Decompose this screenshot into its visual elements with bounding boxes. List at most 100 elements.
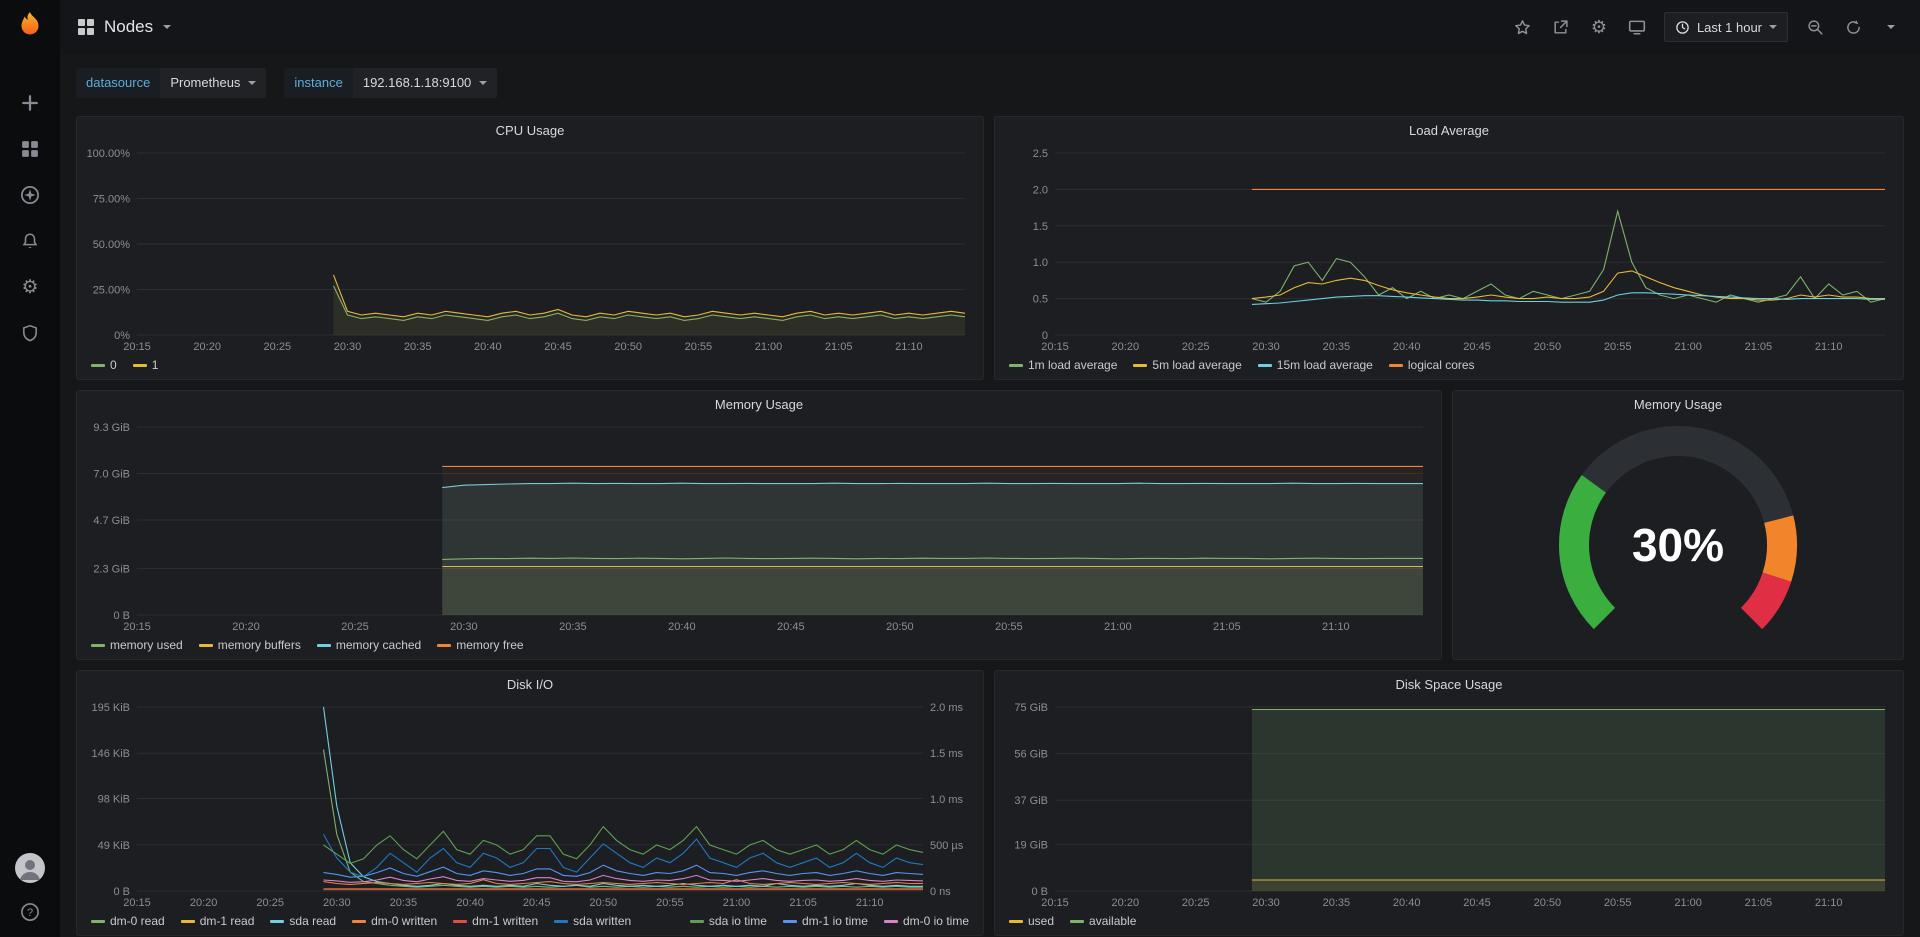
legend-item[interactable]: dm-0 read	[91, 914, 165, 928]
panel-title[interactable]: CPU Usage	[77, 117, 983, 145]
svg-text:20:55: 20:55	[656, 897, 684, 909]
svg-text:21:05: 21:05	[789, 897, 817, 909]
help-icon[interactable]: ?	[19, 901, 41, 923]
refresh-button[interactable]	[1842, 16, 1864, 38]
legend-swatch-icon	[554, 920, 568, 923]
svg-text:20:40: 20:40	[456, 897, 484, 909]
legend-swatch-icon	[1009, 364, 1023, 367]
legend-swatch-icon	[437, 644, 451, 647]
panel-title[interactable]: Disk I/O	[77, 671, 983, 699]
svg-text:20:30: 20:30	[323, 897, 351, 909]
chart-canvas[interactable]: 0 B49 KiB98 KiB146 KiB195 KiB0 ns500 µs1…	[81, 699, 979, 911]
chart-canvas[interactable]: 0 B19 GiB37 GiB56 GiB75 GiB20:1520:2020:…	[999, 699, 1899, 911]
legend-label: 1m load average	[1028, 358, 1117, 372]
refresh-interval-dropdown[interactable]	[1880, 16, 1902, 38]
legend-item[interactable]: logical cores	[1389, 358, 1475, 372]
legend-item[interactable]: dm-1 written	[453, 914, 538, 928]
dashboard-settings-button[interactable]: ⚙	[1588, 16, 1610, 38]
legend-item[interactable]: dm-0 io time	[884, 914, 969, 928]
svg-text:20:45: 20:45	[777, 621, 805, 633]
legend-item[interactable]: 5m load average	[1133, 358, 1241, 372]
zoom-out-button[interactable]	[1804, 16, 1826, 38]
legend-item[interactable]: dm-1 read	[181, 914, 255, 928]
legend-item[interactable]: sda written	[554, 914, 631, 928]
svg-text:20:35: 20:35	[1323, 897, 1351, 909]
memory-usage-chart[interactable]: 0 B2.3 GiB4.7 GiB7.0 GiB9.3 GiB20:1520:2…	[81, 419, 1437, 635]
panel-title[interactable]: Memory Usage	[1453, 391, 1903, 419]
legend-label: sda io time	[709, 914, 767, 928]
star-button[interactable]	[1512, 16, 1534, 38]
legend-item[interactable]: 1m load average	[1009, 358, 1117, 372]
cpu-usage-chart[interactable]: 0%25.00%50.00%75.00%100.00%20:1520:2020:…	[81, 145, 979, 355]
variable-value-dropdown[interactable]: 192.168.1.18:9100	[353, 68, 497, 98]
svg-text:75 GiB: 75 GiB	[1014, 702, 1048, 714]
create-plus-icon[interactable]	[19, 92, 41, 114]
svg-text:20:25: 20:25	[264, 341, 292, 353]
avatar[interactable]	[15, 853, 45, 883]
svg-text:21:00: 21:00	[723, 897, 751, 909]
chart-canvas[interactable]: 00.51.01.52.02.520:1520:2020:2520:3020:3…	[999, 145, 1899, 355]
legend-item[interactable]: memory cached	[317, 638, 421, 652]
legend-label: dm-1 io time	[802, 914, 868, 928]
svg-text:4.7 GiB: 4.7 GiB	[93, 515, 130, 527]
share-button[interactable]	[1550, 16, 1572, 38]
svg-text:20:15: 20:15	[1041, 341, 1069, 353]
legend-item[interactable]: used	[1009, 914, 1054, 928]
panel-title[interactable]: Disk Space Usage	[995, 671, 1903, 699]
legend-item[interactable]: sda read	[270, 914, 336, 928]
variable-instance: instance 192.168.1.18:9100	[284, 68, 497, 98]
panel-memory-gauge: Memory Usage 30%	[1452, 390, 1904, 660]
svg-text:20:45: 20:45	[544, 341, 572, 353]
panel-disk-io: Disk I/O 0 B49 KiB98 KiB146 KiB195 KiB0 …	[76, 670, 984, 936]
alerting-bell-icon[interactable]	[19, 230, 41, 252]
svg-text:500 µs: 500 µs	[930, 840, 964, 852]
svg-text:20:35: 20:35	[404, 341, 432, 353]
variable-value-dropdown[interactable]: Prometheus	[160, 68, 266, 98]
dashboards-icon[interactable]	[19, 138, 41, 160]
panel-title[interactable]: Memory Usage	[77, 391, 1441, 419]
legend-swatch-icon	[1258, 364, 1272, 367]
svg-text:2.3 GiB: 2.3 GiB	[93, 564, 130, 576]
legend-item[interactable]: 1	[133, 358, 159, 372]
chart-canvas[interactable]: 0 B2.3 GiB4.7 GiB7.0 GiB9.3 GiB20:1520:2…	[81, 419, 1437, 635]
disk-io-chart[interactable]: 0 B49 KiB98 KiB146 KiB195 KiB0 ns500 µs1…	[81, 699, 979, 911]
legend-item[interactable]: dm-1 io time	[783, 914, 868, 928]
svg-text:100.00%: 100.00%	[87, 148, 131, 160]
svg-text:20:50: 20:50	[1534, 341, 1562, 353]
legend-item[interactable]: memory buffers	[199, 638, 301, 652]
legend-item[interactable]: 0	[91, 358, 117, 372]
svg-text:19 GiB: 19 GiB	[1014, 839, 1048, 851]
legend-item[interactable]: sda io time	[690, 914, 767, 928]
variable-label: datasource	[76, 68, 160, 98]
legend-label: dm-0 read	[110, 914, 165, 928]
svg-text:20:50: 20:50	[886, 621, 914, 633]
svg-text:49 KiB: 49 KiB	[98, 840, 130, 852]
server-admin-shield-icon[interactable]	[19, 322, 41, 344]
variable-caret-icon	[248, 81, 256, 85]
svg-text:20:30: 20:30	[1252, 897, 1280, 909]
legend-label: 5m load average	[1152, 358, 1241, 372]
dashboard-grid-icon	[78, 19, 94, 35]
explore-icon[interactable]	[19, 184, 41, 206]
cycle-view-button[interactable]	[1626, 16, 1648, 38]
svg-text:0.5: 0.5	[1033, 294, 1048, 306]
disk-space-chart[interactable]: 0 B19 GiB37 GiB56 GiB75 GiB20:1520:2020:…	[999, 699, 1899, 911]
gear-icon: ⚙	[1591, 18, 1607, 36]
legend-item[interactable]: memory used	[91, 638, 183, 652]
disk-io-legend: dm-0 read dm-1 read sda read dm-0 written dm…	[77, 911, 983, 935]
configuration-gear-icon[interactable]: ⚙	[19, 276, 41, 298]
legend-item[interactable]: 15m load average	[1258, 358, 1373, 372]
grafana-logo[interactable]	[11, 8, 49, 46]
svg-text:1.0: 1.0	[1033, 257, 1048, 269]
cpu-legend: 01	[77, 355, 983, 379]
chart-canvas[interactable]: 0%25.00%50.00%75.00%100.00%20:1520:2020:…	[81, 145, 979, 355]
legend-item[interactable]: memory free	[437, 638, 523, 652]
legend-swatch-icon	[1389, 364, 1403, 367]
legend-item[interactable]: dm-0 written	[352, 914, 437, 928]
time-range-picker[interactable]: Last 1 hour	[1664, 12, 1788, 42]
dashboard-title-button[interactable]: Nodes	[78, 17, 171, 37]
svg-text:20:20: 20:20	[193, 341, 221, 353]
load-average-chart[interactable]: 00.51.01.52.02.520:1520:2020:2520:3020:3…	[999, 145, 1899, 355]
legend-item[interactable]: available	[1070, 914, 1136, 928]
panel-title[interactable]: Load Average	[995, 117, 1903, 145]
